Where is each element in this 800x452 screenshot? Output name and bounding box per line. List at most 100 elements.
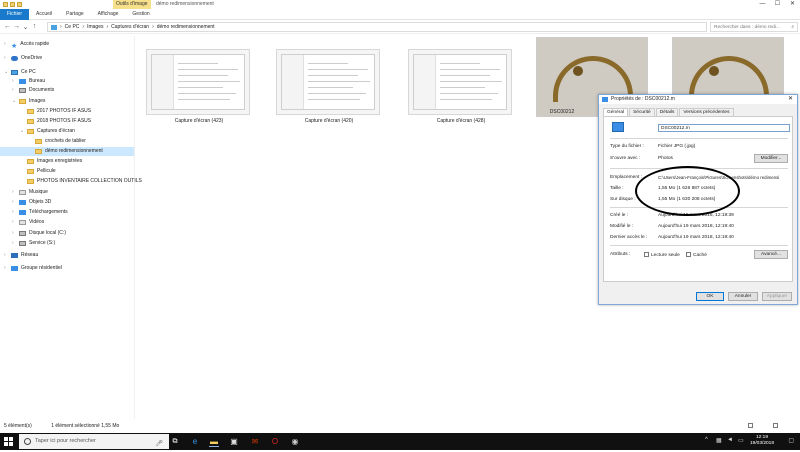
folder-icon[interactable]	[3, 2, 8, 7]
sidebar-item-objets-3d[interactable]: › Objets 3D	[4, 198, 51, 207]
chevron-up-icon[interactable]: ^	[705, 437, 708, 443]
maximize-button[interactable]: ☐	[770, 0, 785, 9]
address-bar[interactable]: › Ce PC › Images › Captures d'écran › démo …	[47, 22, 707, 32]
folder-icon	[35, 149, 42, 154]
windows-start-icon[interactable]	[4, 437, 13, 446]
disk-icon	[19, 231, 26, 236]
back-button[interactable]: ←	[3, 23, 12, 30]
clock-date[interactable]: 19/03/2018	[750, 441, 774, 447]
sidebar-item-videos[interactable]: › Vidéos	[4, 218, 44, 227]
app-icon[interactable]: ◉	[290, 437, 300, 447]
hidden-checkbox[interactable]: Caché	[686, 252, 707, 258]
sidebar-item-bureau[interactable]: › Bureau	[12, 77, 45, 86]
search-input[interactable]: Rechercher dans : démo redi... ⌕	[710, 22, 798, 32]
task-view-icon[interactable]: ⧉	[170, 437, 180, 447]
sidebar-item-service-s[interactable]: › Service (S:)	[4, 239, 55, 248]
sidebar-item-groupe-residentiel[interactable]: › Groupe résidentiel	[4, 264, 62, 273]
sidebar-item-captures[interactable]: ⌄ Captures d'écran	[20, 127, 75, 136]
window-title: démo redimensionnement	[156, 1, 214, 7]
tab-versions[interactable]: Versions précédentes	[679, 108, 734, 116]
file-thumbnail[interactable]	[146, 49, 250, 115]
sidebar-item-images[interactable]: ⌄ Images	[12, 97, 45, 106]
new-folder-icon[interactable]	[17, 2, 22, 7]
tab-share[interactable]: Partage	[59, 9, 91, 20]
selection-info: 1 élément sélectionné 1,55 Mo	[51, 423, 120, 429]
taskbar-search-input[interactable]: Taper ici pour rechercher 🎤︎	[19, 434, 169, 449]
folder-icon	[19, 79, 26, 84]
tab-general[interactable]: Général	[603, 108, 629, 116]
sidebar-item-quick-access[interactable]: › ★ Accès rapide	[4, 40, 49, 50]
change-button[interactable]: Modifier...	[754, 154, 788, 163]
store-icon[interactable]: ▣	[229, 437, 239, 447]
forward-button[interactable]: →	[12, 23, 21, 30]
ok-button[interactable]: OK	[696, 292, 724, 301]
apply-button[interactable]: Appliquer	[762, 292, 792, 301]
breadcrumb-captures[interactable]: Captures d'écran	[111, 24, 149, 30]
file-name[interactable]: Capture d'écran (423)	[139, 118, 259, 124]
sidebar-item-reseau[interactable]: › Réseau	[4, 251, 38, 260]
item-count: 5 élément(s)	[4, 423, 32, 429]
type-label: Type du fichier :	[610, 144, 644, 149]
tab-file[interactable]: Fichier	[0, 8, 30, 20]
image-file-icon	[612, 122, 624, 132]
breadcrumb-demo[interactable]: démo redimensionnement	[157, 24, 215, 30]
sidebar-item-2018[interactable]: 2018 PHOTOS IF ASUS	[20, 117, 91, 126]
video-icon	[19, 220, 26, 225]
quick-access-toolbar	[0, 2, 22, 7]
file-name[interactable]: Capture d'écran (420)	[269, 118, 389, 124]
checkbox-icon	[644, 252, 649, 257]
breadcrumb-ce-pc[interactable]: Ce PC	[65, 24, 80, 30]
minimize-button[interactable]: —	[755, 0, 770, 9]
close-button[interactable]: ✕	[785, 0, 800, 9]
sidebar-item-2017[interactable]: 2017 PHOTOS IF ASUS	[20, 107, 91, 116]
file-explorer-icon[interactable]: ▬	[209, 437, 219, 447]
recent-dropdown-icon[interactable]: ⌄	[21, 23, 30, 31]
sidebar-item-pellicule[interactable]: Pellicule	[20, 167, 56, 176]
tab-view[interactable]: Affichage	[91, 9, 126, 20]
cancel-button[interactable]: Annuler	[728, 292, 758, 301]
folder-icon	[27, 179, 34, 184]
edge-icon[interactable]: e	[190, 437, 200, 447]
filename-field[interactable]: DSC00212.m	[658, 124, 790, 132]
modified-label: Modifié le :	[610, 224, 634, 229]
close-icon[interactable]: ✕	[788, 95, 793, 104]
sidebar-item-onedrive[interactable]: › OneDrive	[4, 54, 42, 63]
tab-manage[interactable]: Gestion	[125, 9, 156, 20]
opera-icon[interactable]: O	[270, 437, 280, 447]
size-on-disk-label: Sur disque :	[610, 197, 636, 202]
readonly-checkbox[interactable]: Lecture seule	[644, 252, 680, 258]
folder-icon	[27, 119, 34, 124]
battery-icon[interactable]: ▭	[738, 437, 744, 444]
file-thumbnail[interactable]	[408, 49, 512, 115]
file-name[interactable]: DSC00212	[532, 109, 592, 115]
sidebar-item-demo[interactable]: démo redimensionnement	[0, 147, 134, 156]
details-view-icon[interactable]	[748, 423, 753, 428]
volume-icon[interactable]: ◄	[727, 437, 733, 443]
sidebar-item-telechargements[interactable]: › Téléchargements	[4, 208, 68, 217]
sidebar-item-ce-pc[interactable]: ⌄ Ce PC	[4, 68, 36, 77]
sidebar-item-disque-c[interactable]: › Disque local (C:)	[4, 229, 66, 238]
advanced-button[interactable]: Avancé...	[754, 250, 788, 259]
network-icon[interactable]: ▦	[716, 437, 722, 444]
mail-icon[interactable]: ✉	[250, 437, 260, 447]
sidebar-item-photos-inventaire[interactable]: PHOTOS INVENTAIRE COLLECTION OUTILS	[20, 177, 142, 186]
properties-icon[interactable]	[10, 2, 15, 7]
disk-icon	[19, 241, 26, 246]
sidebar-item-musique[interactable]: › Musique	[4, 188, 48, 197]
up-button[interactable]: ↑	[30, 23, 39, 30]
sidebar-item-documents[interactable]: › Documents	[12, 86, 54, 95]
large-icons-view-icon[interactable]	[773, 423, 778, 428]
homegroup-icon	[11, 266, 18, 271]
sidebar-item-images-enregistrees[interactable]: Images enregistrées	[20, 157, 82, 166]
status-bar: 5 élément(s) 1 élément sélectionné 1,55 …	[0, 419, 800, 433]
file-thumbnail[interactable]	[276, 49, 380, 115]
navigation-bar: ← → ⌄ ↑ › Ce PC › Images › Captures d'écra…	[0, 20, 800, 34]
image-icon	[602, 97, 608, 102]
tab-securite[interactable]: Sécurité	[629, 108, 655, 116]
breadcrumb-images[interactable]: Images	[87, 24, 103, 30]
sidebar-item-crochets[interactable]: crochets de tablier	[28, 137, 86, 146]
file-name[interactable]: Capture d'écran (428)	[401, 118, 521, 124]
tab-details[interactable]: Détails	[655, 108, 679, 116]
notifications-icon[interactable]: ▢	[788, 437, 794, 444]
tab-home[interactable]: Accueil	[29, 9, 59, 20]
